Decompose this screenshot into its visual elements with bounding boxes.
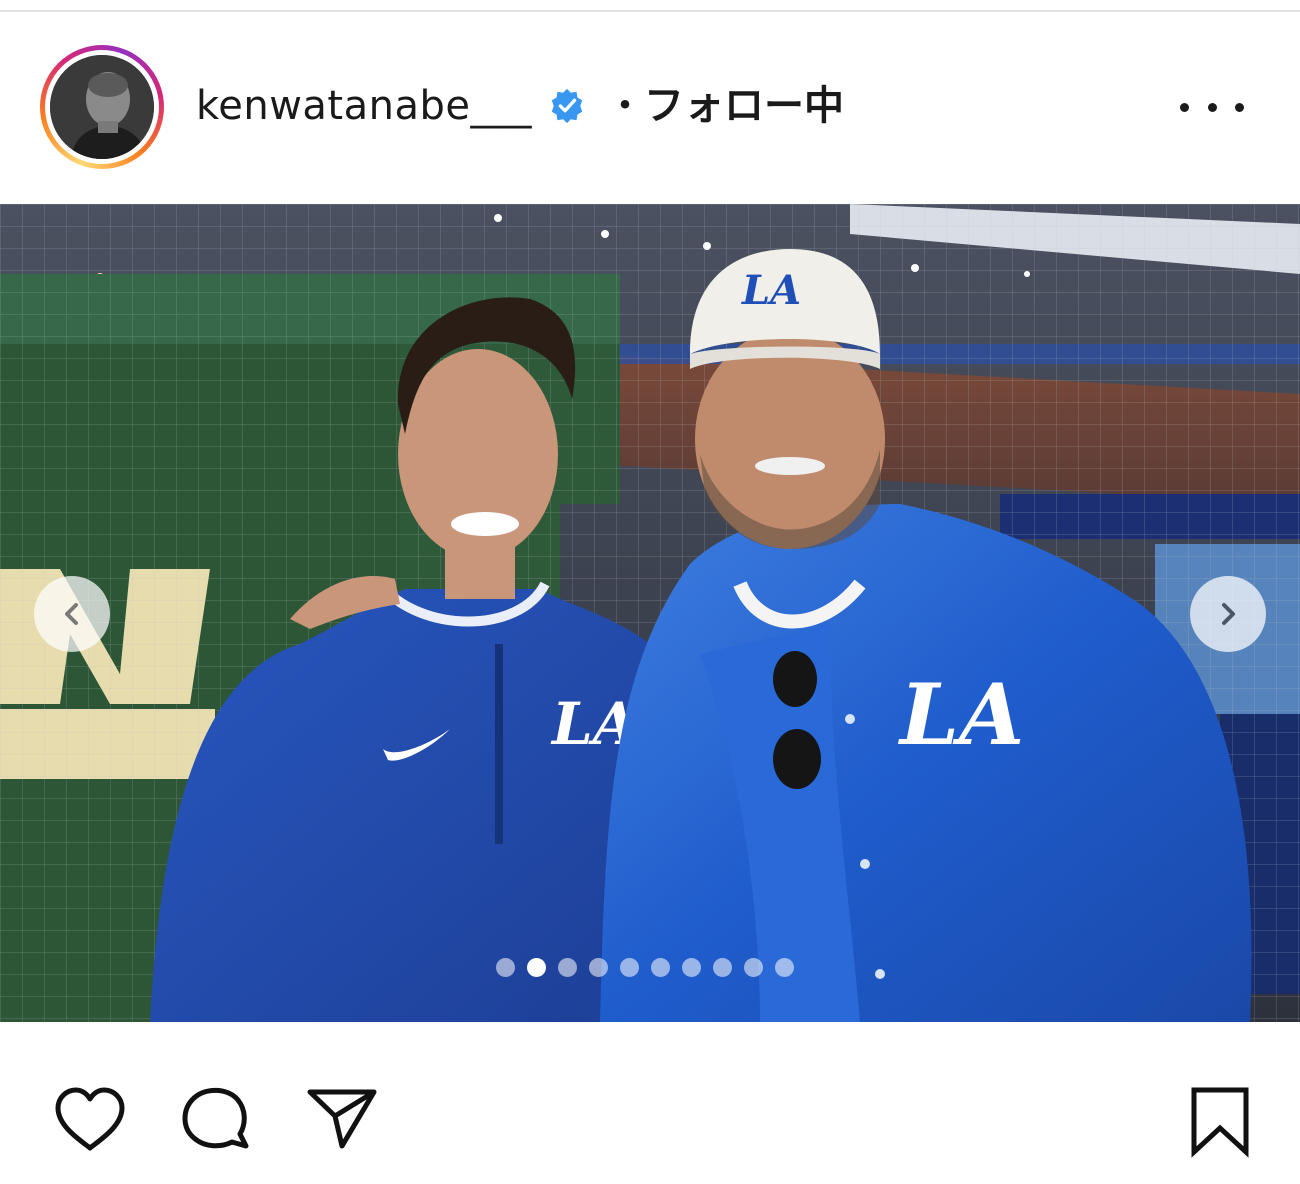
heart-icon — [55, 1087, 125, 1151]
carousel-dot — [651, 957, 670, 977]
svg-text:LA: LA — [898, 665, 1024, 764]
avatar[interactable] — [50, 55, 154, 159]
instagram-post: kenwatanabe___ ・ フォロー中 LA LA LA — [0, 0, 1300, 1184]
carousel-dot — [713, 957, 732, 977]
paper-plane-icon — [307, 1089, 377, 1149]
save-button[interactable] — [1180, 1082, 1260, 1162]
carousel-dot — [682, 957, 701, 977]
carousel-dot — [558, 957, 577, 977]
chevron-right-icon — [1222, 603, 1235, 625]
carousel-prev-button[interactable] — [34, 576, 110, 652]
like-button[interactable] — [50, 1082, 130, 1162]
carousel-dot — [496, 957, 515, 977]
bookmark-icon — [1191, 1087, 1249, 1158]
more-dot-icon — [1180, 102, 1189, 112]
comment-button[interactable] — [176, 1082, 256, 1162]
carousel-next-button[interactable] — [1190, 576, 1266, 652]
carousel-dot — [744, 957, 763, 977]
post-actions — [0, 1022, 1300, 1184]
post-header: kenwatanabe___ ・ フォロー中 — [0, 12, 1300, 202]
carousel-dot — [620, 957, 639, 977]
carousel-dot — [527, 957, 546, 977]
carousel-dot — [775, 957, 794, 977]
separator-dot: ・ — [605, 83, 645, 129]
more-dot-icon — [1207, 102, 1217, 112]
stadium-photo: LA LA LA — [0, 204, 1300, 1022]
post-image[interactable]: LA LA LA — [0, 204, 1300, 1022]
chevron-left-icon — [65, 603, 78, 625]
avatar-portrait-icon — [50, 55, 154, 159]
verified-badge-icon — [551, 88, 583, 124]
carousel-dot — [589, 957, 608, 977]
story-ring[interactable] — [40, 45, 164, 169]
comment-bubble-icon — [182, 1087, 249, 1149]
following-status[interactable]: フォロー中 — [644, 78, 844, 134]
svg-text:LA: LA — [741, 267, 801, 314]
carousel-indicator — [496, 955, 806, 979]
username[interactable]: kenwatanabe___ — [196, 78, 532, 134]
more-options-button[interactable] — [1180, 92, 1244, 122]
share-button[interactable] — [302, 1082, 382, 1162]
more-dot-icon — [1235, 102, 1244, 112]
